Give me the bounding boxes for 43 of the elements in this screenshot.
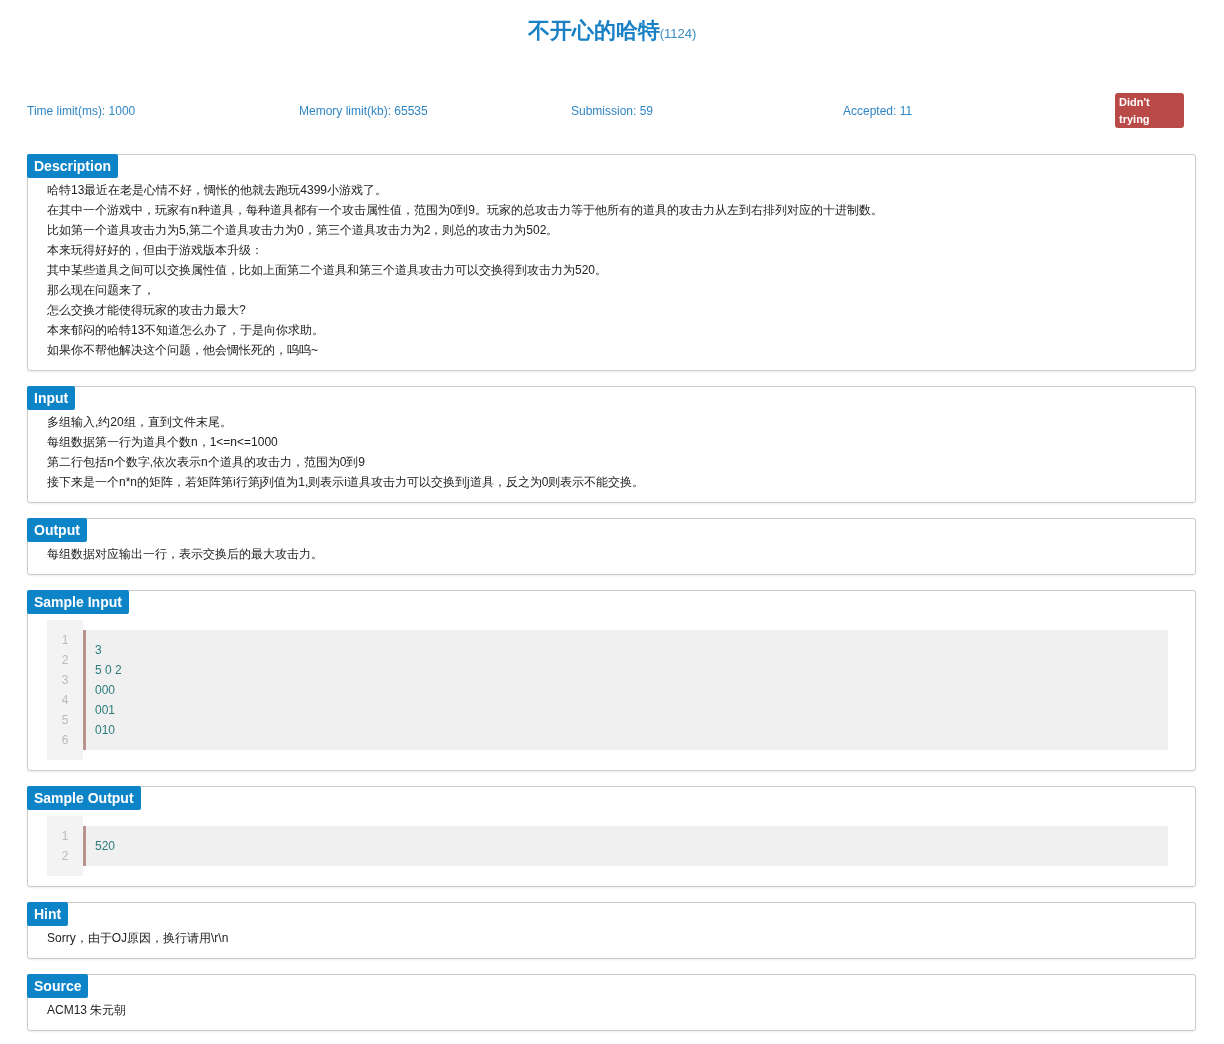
section-heading: Hint — [27, 902, 69, 926]
code-line: 001 — [95, 702, 117, 719]
line-number: 2 — [61, 652, 69, 669]
code-line: 3 — [95, 642, 103, 659]
section-heading: Output — [27, 518, 87, 542]
section-text: 本来郁闷的哈特13不知道怎么办了，于是向你求助。 — [47, 322, 326, 339]
section-text: 每组数据对应输出一行，表示交换后的最大攻击力。 — [47, 546, 324, 563]
section-text: 其中某些道具之间可以交换属性值，比如上面第二个道具和第三个道具攻击力可以交换得到攻击力为520。 — [47, 262, 609, 279]
section-text: 接下来是一个n*n的矩阵，若矩阵第i行第j列值为1,则表示i道具攻击力可以交换到j道具，反之为0则表示不能交换。 — [47, 474, 646, 491]
line-number: 3 — [61, 672, 69, 689]
section-text: 那么现在问题来了， — [47, 282, 156, 299]
section-heading: Sample Output — [27, 786, 141, 810]
stat-label: Accepted: 11 — [843, 102, 914, 120]
section-heading: Sample Input — [27, 590, 129, 614]
code-line: 520 — [95, 838, 117, 855]
stat-label: Time limit(ms): 1000 — [27, 102, 137, 120]
section-text: 如果你不帮他解决这个问题，他会惆怅死的，呜呜~ — [47, 342, 319, 359]
section-text: 多组输入,约20组，直到文件末尾。 — [47, 414, 233, 431]
code-line: 000 — [95, 682, 117, 699]
section-text: Sorry，由于OJ原因，换行请用\r\n — [47, 930, 230, 947]
line-number: 4 — [61, 692, 69, 709]
section-text: 比如第一个道具攻击力为5,第二个道具攻击力为0，第三个道具攻击力为2，则总的攻击力为502。 — [47, 222, 560, 239]
line-number: 1 — [61, 632, 69, 649]
section-text: 怎么交换才能使得玩家的攻击力最大? — [47, 302, 247, 319]
section-text: 在其中一个游戏中，玩家有n种道具，每种道具都有一个攻击属性值，范围为0到9。玩家的总攻击力等于他所有的道具的攻击力从左到右排列对应的十进制数。 — [47, 202, 885, 219]
section-text: 哈特13最近在老是心情不好，惆怅的他就去跑玩4399小游戏了。 — [47, 182, 389, 199]
stat-label: Submission: 59 — [571, 102, 655, 120]
section-heading: Source — [27, 974, 89, 998]
problem-id: (1124) — [659, 26, 697, 41]
code-line: 5 0 2 — [95, 662, 123, 679]
stat-label: Memory limit(kb): 65535 — [299, 102, 429, 120]
section-heading: Input — [27, 386, 76, 410]
section-text: 本来玩得好好的，但由于游戏版本升级： — [47, 242, 264, 259]
section-text: 每组数据第一行为道具个数n，1<=n<=1000 — [47, 434, 279, 451]
section-text: ACM13 朱元朝 — [47, 1002, 128, 1019]
section-text: 第二行包括n个数字,依次表示n个道具的攻击力，范围为0到9 — [47, 454, 367, 471]
problem-title: 不开心的哈特 — [527, 16, 660, 45]
code-line: 010 — [95, 722, 117, 739]
section-heading: Description — [27, 154, 118, 178]
line-number: 2 — [61, 848, 69, 865]
line-number: 5 — [61, 712, 69, 729]
line-number: 1 — [61, 828, 69, 845]
status-badge: Didn't trying — [1115, 93, 1184, 128]
